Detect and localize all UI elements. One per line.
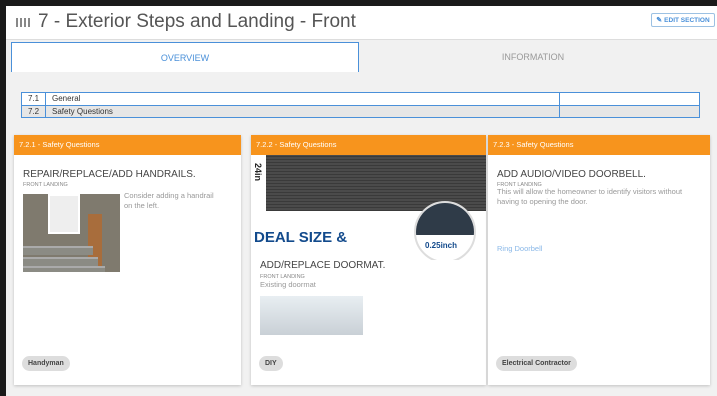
card-location: FRONT LANDING xyxy=(23,182,68,188)
thickness-zoom: 0.25inch xyxy=(414,201,476,260)
card-header: 7.2.1 - Safety Questions xyxy=(14,135,241,155)
card-header: 7.2.2 - Safety Questions xyxy=(251,135,486,155)
pencil-icon: ✎ xyxy=(656,17,663,24)
toc-empty-cell xyxy=(560,93,699,105)
card-title: REPAIR/REPLACE/ADD HANDRAILS. xyxy=(23,169,196,180)
card-title: ADD AUDIO/VIDEO DOORBELL. xyxy=(497,169,646,180)
recommendation-card-handrails[interactable]: 7.2.1 - Safety Questions REPAIR/REPLACE/… xyxy=(14,135,241,385)
step-shape xyxy=(23,246,93,255)
section-title: 7 - Exterior Steps and Landing - Front xyxy=(38,11,356,32)
doormat-product-photo[interactable]: 24in DEAL SIZE & 0.25inch xyxy=(251,155,486,260)
toc-row-safety-questions[interactable]: 7.2 Safety Questions xyxy=(22,105,699,117)
table-of-contents: 7.1 General 7.2 Safety Questions xyxy=(21,92,700,118)
drag-handle-icon[interactable] xyxy=(16,18,31,27)
card-text: Existing doormat xyxy=(260,280,316,289)
contractor-badge: Handyman xyxy=(22,356,70,371)
edit-section-button[interactable]: ✎ EDIT SECTION xyxy=(651,13,715,27)
recommendation-card-doormat[interactable]: 7.2.2 - Safety Questions 24in DEAL SIZE … xyxy=(251,135,486,385)
toc-row-general[interactable]: 7.1 General xyxy=(22,93,699,105)
card-text: This will allow the homeowner to identif… xyxy=(497,187,683,206)
section-header: 7 - Exterior Steps and Landing - Front ✎… xyxy=(6,6,717,40)
section-tabs: OVERVIEW INFORMATION xyxy=(11,42,707,72)
edit-section-label: EDIT SECTION xyxy=(664,16,710,24)
toc-label[interactable]: Safety Questions xyxy=(46,106,560,117)
dimension-label: 24in xyxy=(253,163,263,182)
recommendation-card-doorbell[interactable]: 7.2.3 - Safety Questions ADD AUDIO/VIDEO… xyxy=(488,135,710,385)
ring-doorbell-link[interactable]: Ring Doorbell xyxy=(497,244,542,253)
image-caption: DEAL SIZE & xyxy=(254,229,348,246)
toc-number: 7.2 xyxy=(22,106,46,117)
card-text: Consider adding a handrail on the left. xyxy=(124,191,214,210)
thickness-label: 0.25inch xyxy=(425,241,458,250)
tab-overview[interactable]: OVERVIEW xyxy=(11,42,359,72)
step-shape xyxy=(23,266,105,272)
mat-edge-shape xyxy=(416,203,474,235)
contractor-badge: DIY xyxy=(259,356,283,371)
door-shape xyxy=(48,194,80,234)
step-shape xyxy=(23,257,98,266)
tab-information[interactable]: INFORMATION xyxy=(359,42,707,72)
card-header: 7.2.3 - Safety Questions xyxy=(488,135,710,155)
handrail-photo[interactable] xyxy=(23,194,120,272)
toc-number: 7.1 xyxy=(22,93,46,105)
report-section: 7 - Exterior Steps and Landing - Front ✎… xyxy=(6,6,717,396)
toc-empty-cell xyxy=(560,106,699,117)
contractor-badge: Electrical Contractor xyxy=(496,356,577,371)
existing-doormat-photo[interactable] xyxy=(260,296,363,335)
card-title: ADD/REPLACE DOORMAT. xyxy=(260,260,386,271)
toc-label[interactable]: General xyxy=(46,93,560,105)
